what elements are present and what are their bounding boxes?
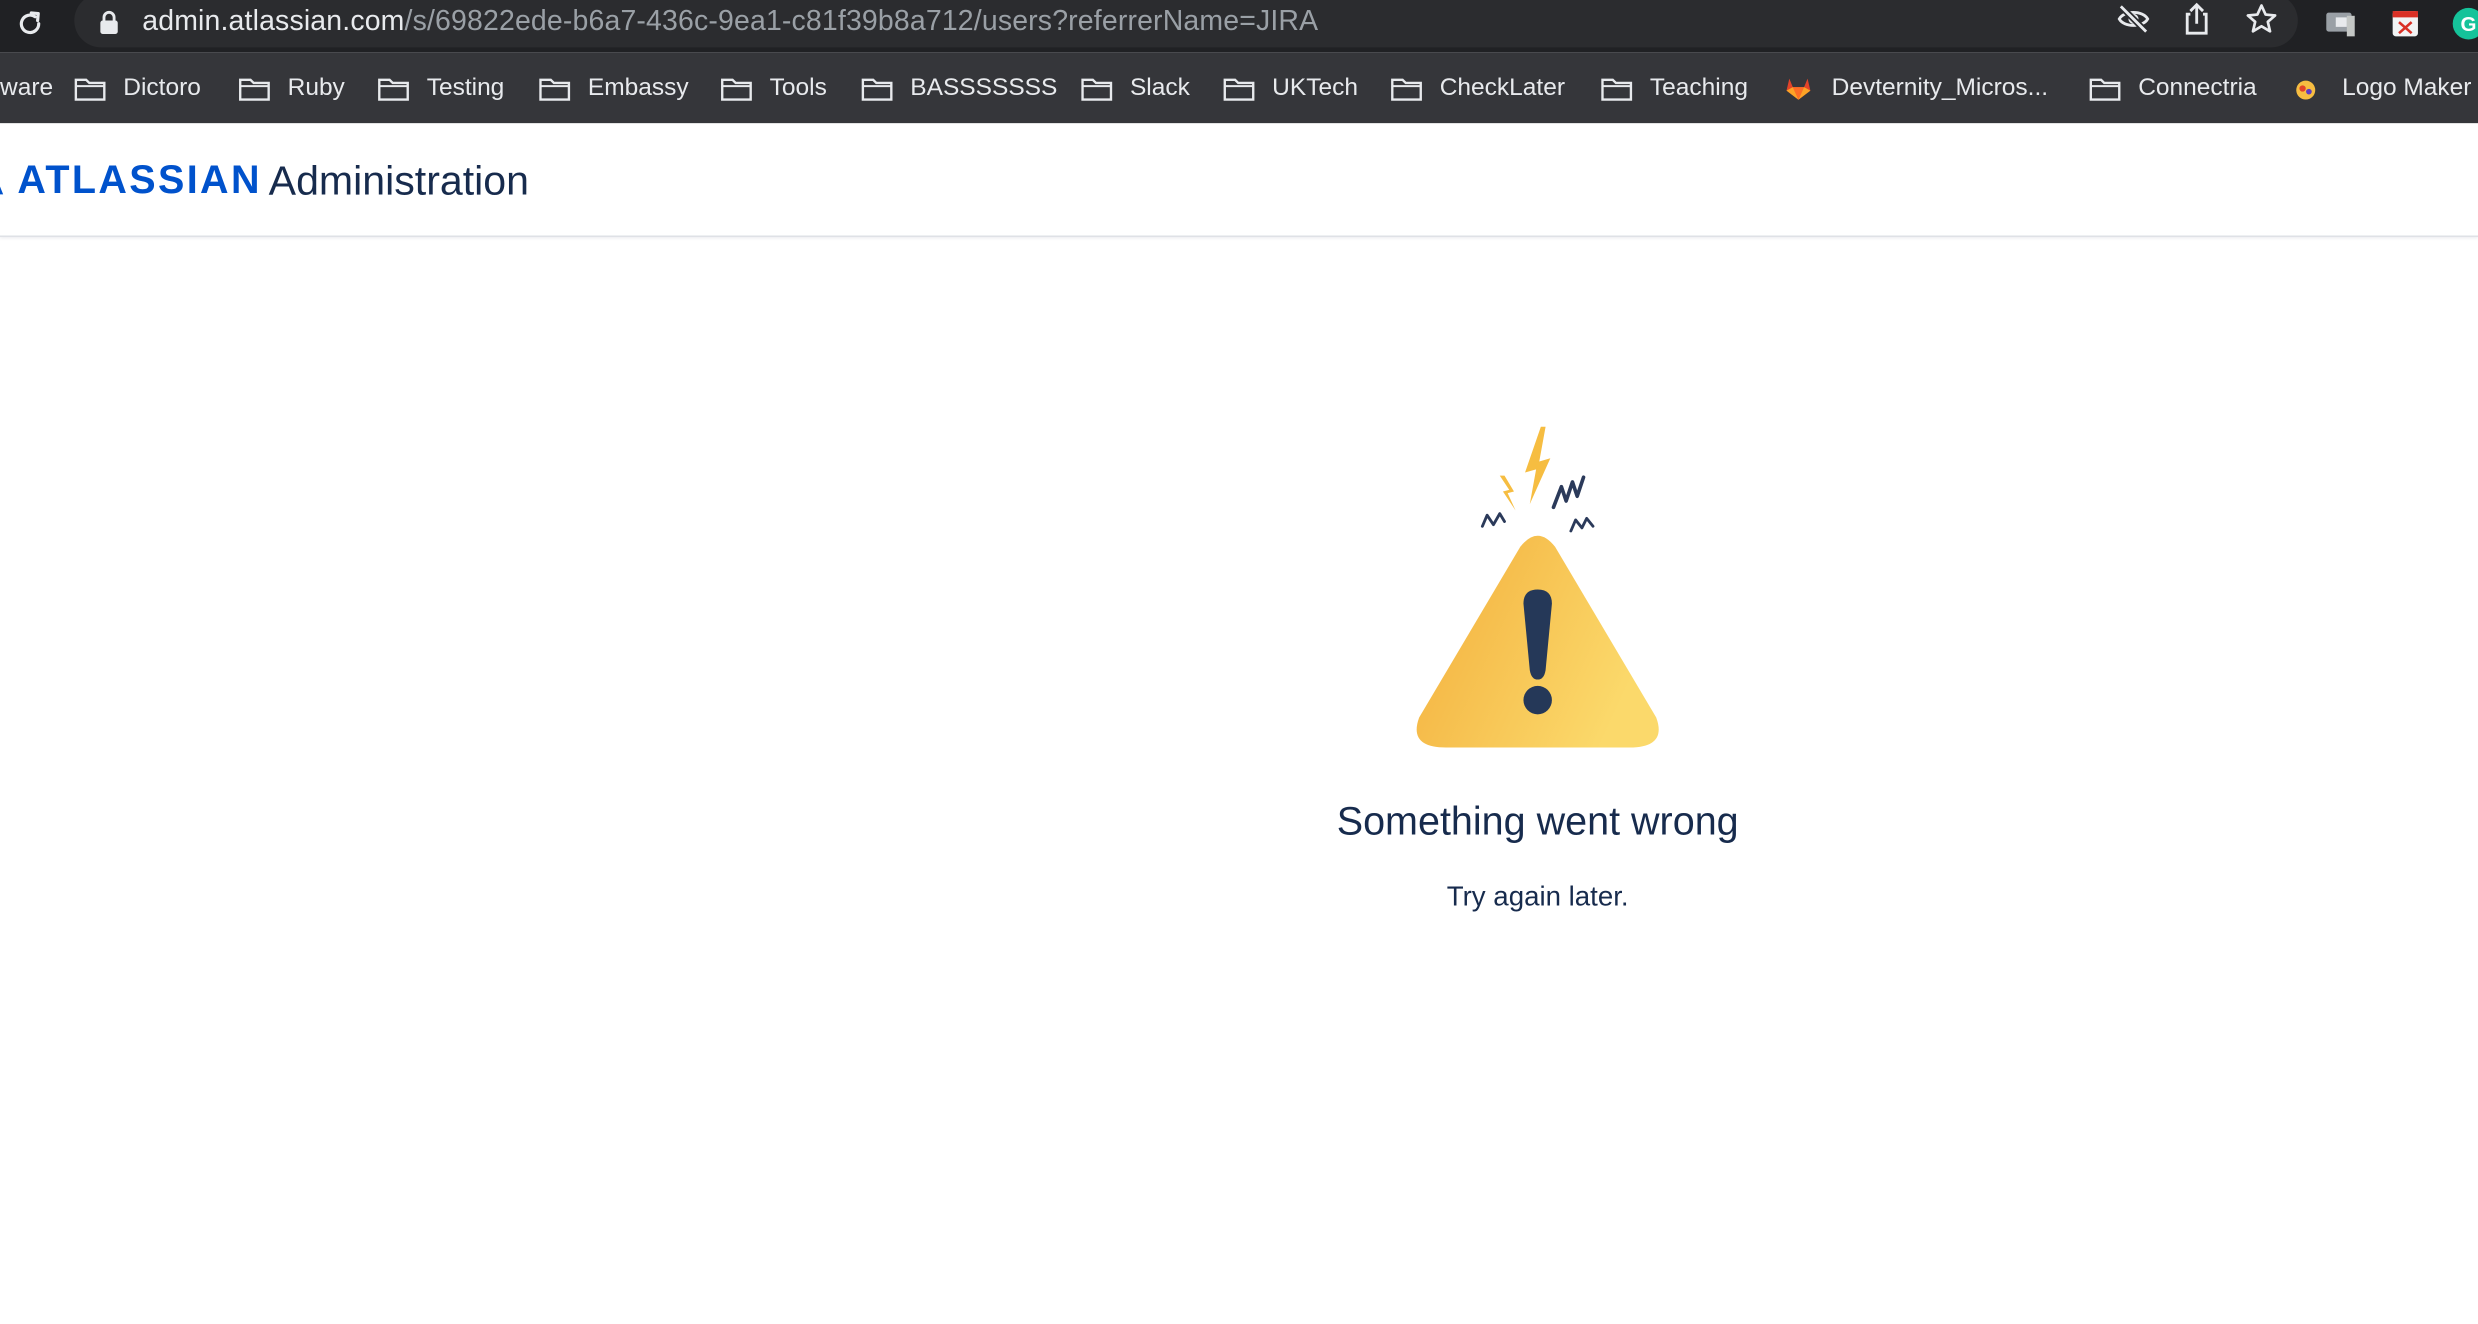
folder-icon [861, 77, 893, 100]
bookmark-checklater[interactable]: CheckLater [1391, 52, 1565, 123]
bookmark-teaching[interactable]: Teaching [1601, 52, 1748, 123]
bookmark-testing[interactable]: Testing [378, 52, 505, 123]
bookmark-embassy[interactable]: Embassy [539, 52, 689, 123]
share-icon[interactable] [2179, 2, 2214, 37]
bookmark-ruby[interactable]: Ruby [239, 52, 345, 123]
url-text[interactable]: admin.atlassian.com/s/69822ede-b6a7-436c… [142, 2, 1318, 40]
eye-off-icon[interactable] [2116, 2, 2151, 37]
squiggle-icon [1551, 475, 1586, 510]
bookmark-dictoro[interactable]: Dictoro [74, 52, 201, 123]
bookmark-label: Teaching [1649, 73, 1748, 101]
squiggle-icon [1480, 512, 1506, 528]
folder-icon [1223, 77, 1255, 100]
bookmark-basssssss[interactable]: BASSSSSSS [861, 52, 1057, 123]
bookmark-label: CheckLater [1439, 73, 1565, 101]
squiggle-icon [1569, 516, 1595, 533]
page-title: Administration [268, 156, 529, 204]
bookmark-label: Dictoro [123, 73, 201, 101]
address-bar[interactable]: admin.atlassian.com/s/69822ede-b6a7-436c… [74, 0, 2298, 48]
folder-icon [539, 77, 571, 100]
reload-button[interactable] [11, 5, 49, 43]
bookmark-label: Logo Maker [2342, 73, 2472, 101]
bookmark-label: Devternity_Micros... [1831, 73, 2049, 101]
bookmark-slack[interactable]: Slack [1081, 52, 1190, 123]
bookmark-label: Embassy [587, 73, 689, 101]
error-message: Try again later. [1446, 880, 1629, 912]
browser-window: admin.atlassian.com/s/69822ede-b6a7-436c… [0, 0, 2478, 1324]
bookmark-label: BASSSSSSS [910, 73, 1058, 101]
extension-screen-icon[interactable] [2323, 6, 2358, 41]
bookmark-label: Ruby [287, 73, 345, 101]
bookmark-tools[interactable]: Tools [721, 52, 827, 123]
bookmark-label: ware [0, 73, 54, 101]
bookmark-connectria[interactable]: Connectria [2089, 52, 2257, 123]
lightning-bolt-icon [1525, 426, 1551, 505]
bookmark-label: Tools [769, 73, 827, 101]
url-path: /s/69822ede-b6a7-436c-9ea1-c81f39b8a712/… [404, 4, 1319, 37]
grammarly-icon[interactable]: G [2451, 6, 2478, 41]
atlassian-wordmark[interactable]: ATLASSIAN [17, 156, 261, 203]
logo-maker-icon [2296, 79, 2316, 99]
bookmark-label: UKTech [1272, 73, 1358, 101]
atlassian-logo-icon[interactable] [0, 160, 6, 198]
browser-toolbar: admin.atlassian.com/s/69822ede-b6a7-436c… [0, 0, 2478, 53]
bookmark-logo-maker[interactable]: Logo Maker [2293, 52, 2471, 123]
app-header: ATLASSIAN Administration [0, 123, 2478, 238]
folder-icon [721, 77, 752, 100]
gitlab-icon [1786, 77, 1811, 99]
bookmark-star-icon[interactable] [2244, 2, 2279, 37]
bookmark-label: Testing [426, 73, 505, 101]
bookmark-uktech[interactable]: UKTech [1223, 52, 1358, 123]
folder-icon [1081, 77, 1113, 100]
bookmarks-bar: ware Dictoro Ruby Testing Embassy Tools … [0, 52, 2478, 124]
warning-illustration [1416, 426, 1659, 748]
folder-icon [1601, 77, 1633, 100]
folder-icon [1391, 77, 1422, 100]
folder-icon [74, 77, 106, 100]
url-host: admin.atlassian.com [142, 4, 405, 37]
small-lightning-bolt-icon [1499, 475, 1516, 511]
bookmark-label: Connectria [2138, 73, 2257, 101]
bookmark-label: Slack [1129, 73, 1190, 101]
bookmark-devternity[interactable]: Devternity_Micros... [1783, 52, 2048, 123]
folder-icon [378, 77, 409, 100]
folder-icon [2089, 77, 2121, 100]
svg-text:G: G [2461, 13, 2477, 36]
bookmark-ware[interactable]: ware [0, 52, 53, 123]
lock-icon [100, 10, 118, 34]
folder-icon [239, 77, 270, 100]
reload-icon [19, 11, 41, 35]
error-heading: Something went wrong [1336, 799, 1739, 844]
extension-calendar-icon[interactable] [2388, 6, 2423, 41]
